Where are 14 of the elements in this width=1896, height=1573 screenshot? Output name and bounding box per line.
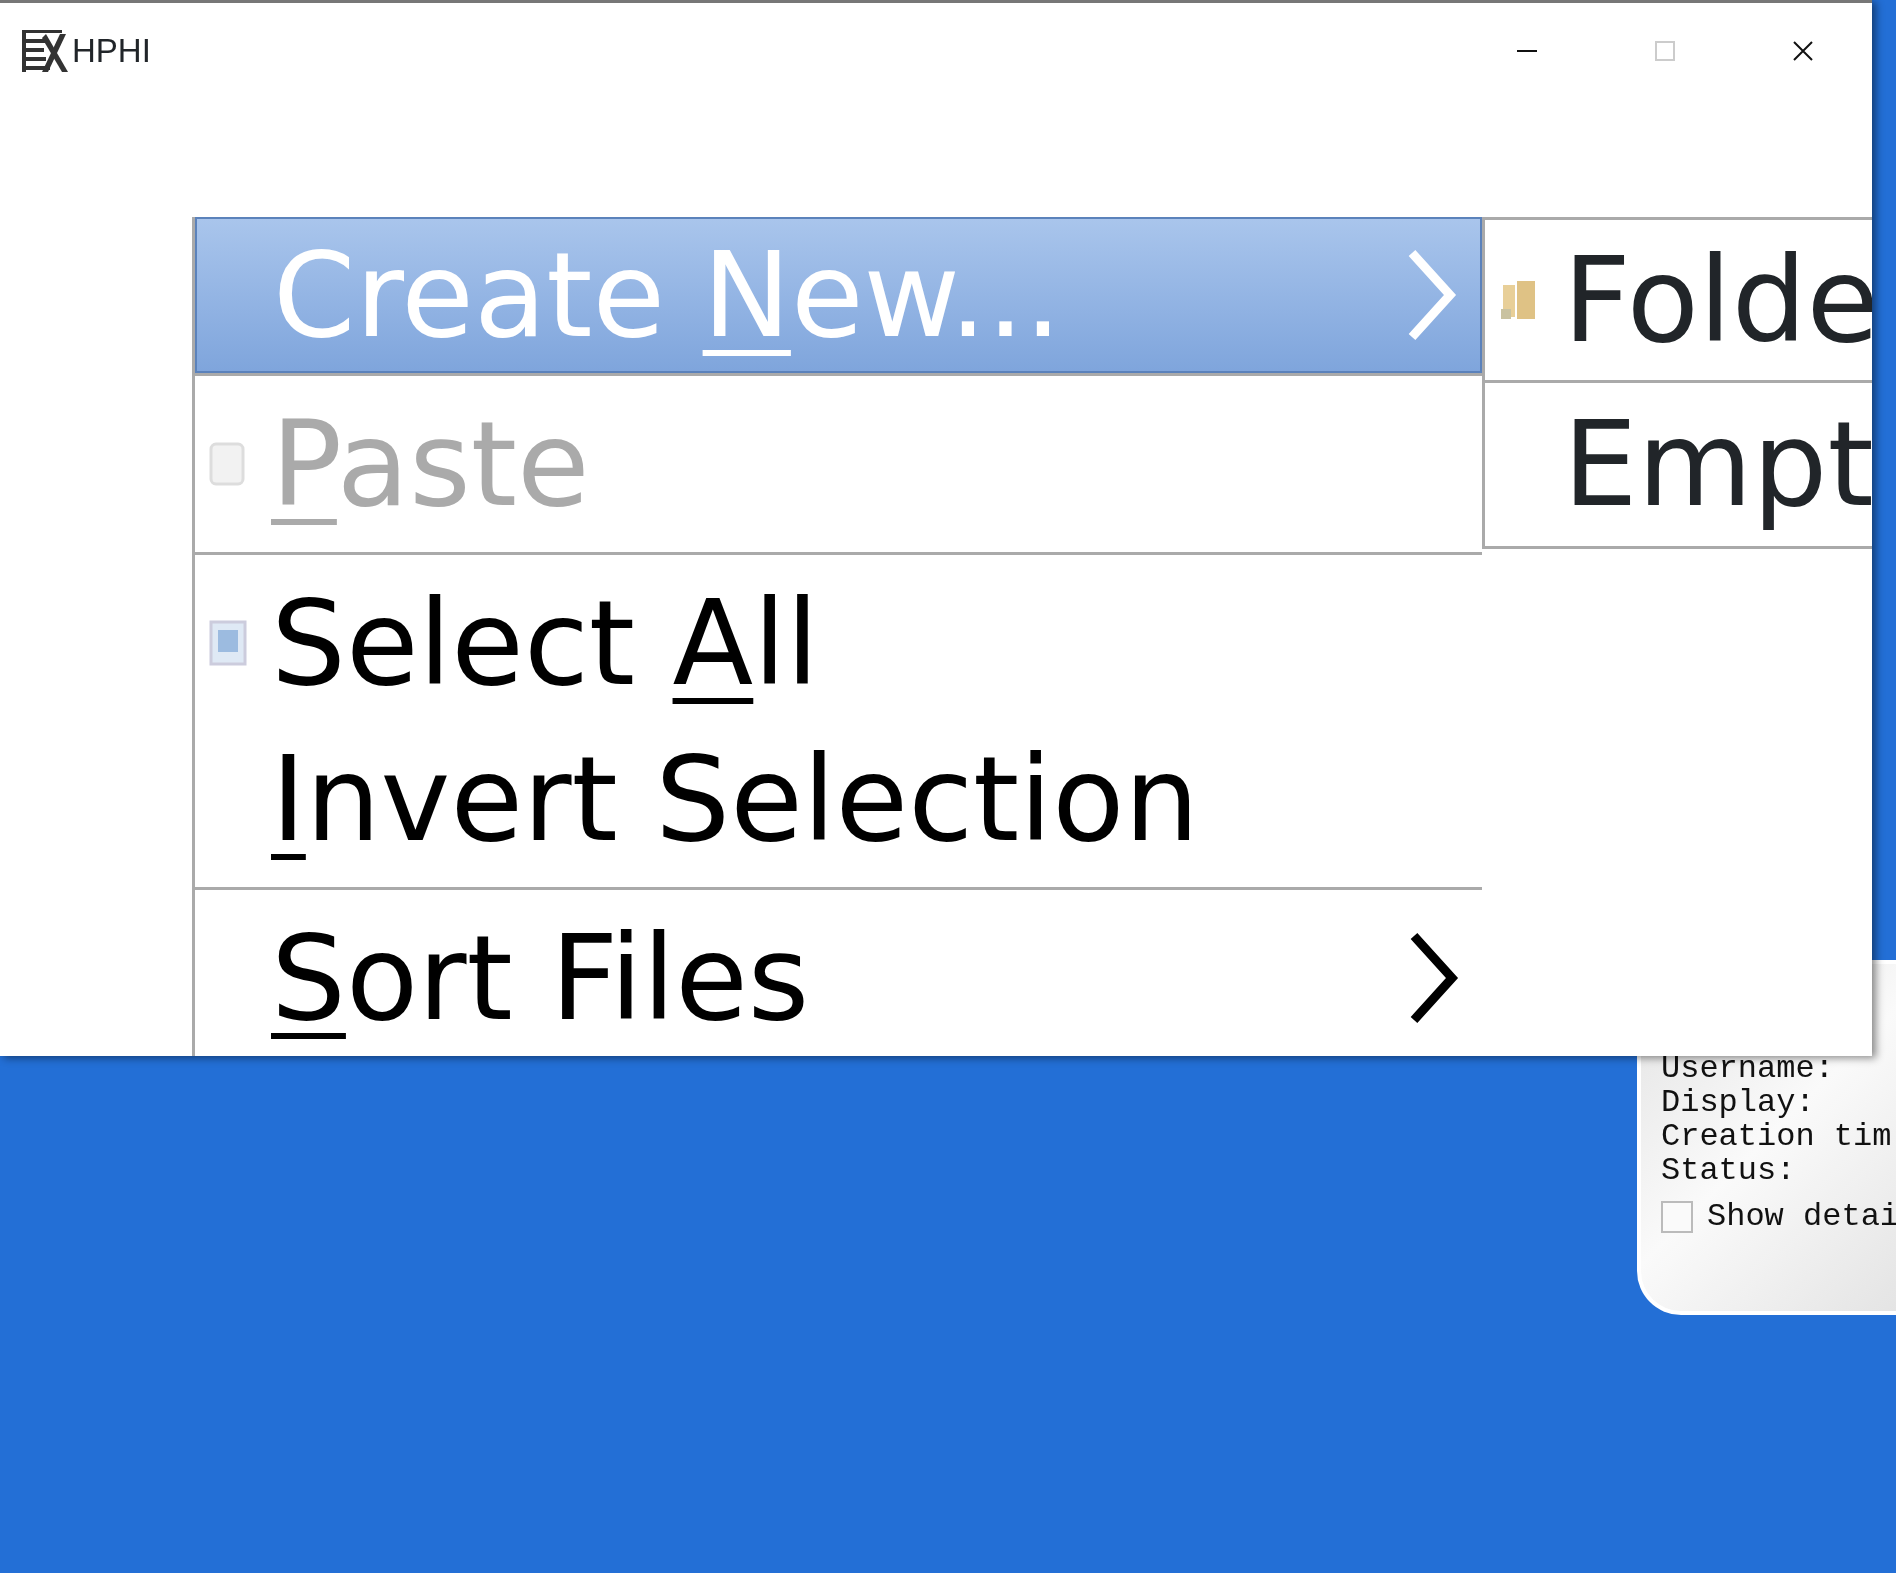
field-label: Display: — [1661, 1086, 1815, 1120]
menu-item[interactable]: Folde — [1485, 220, 1872, 383]
menu-item[interactable]: Select All — [195, 565, 1482, 721]
menu-item[interactable]: Sort Files — [195, 900, 1482, 1056]
app-icon — [22, 27, 68, 74]
clipboard-icon — [209, 442, 245, 486]
checkbox[interactable] — [1661, 1201, 1693, 1233]
menu-item[interactable]: Invert Selection — [195, 721, 1482, 877]
document-icon — [209, 620, 247, 666]
field-label: Status: — [1661, 1154, 1796, 1188]
window-title: HPHI — [72, 30, 151, 71]
menu-item[interactable]: Empt — [1485, 383, 1872, 546]
field-label: Username: — [1661, 1052, 1834, 1086]
field-label: Creation tim — [1661, 1120, 1892, 1154]
